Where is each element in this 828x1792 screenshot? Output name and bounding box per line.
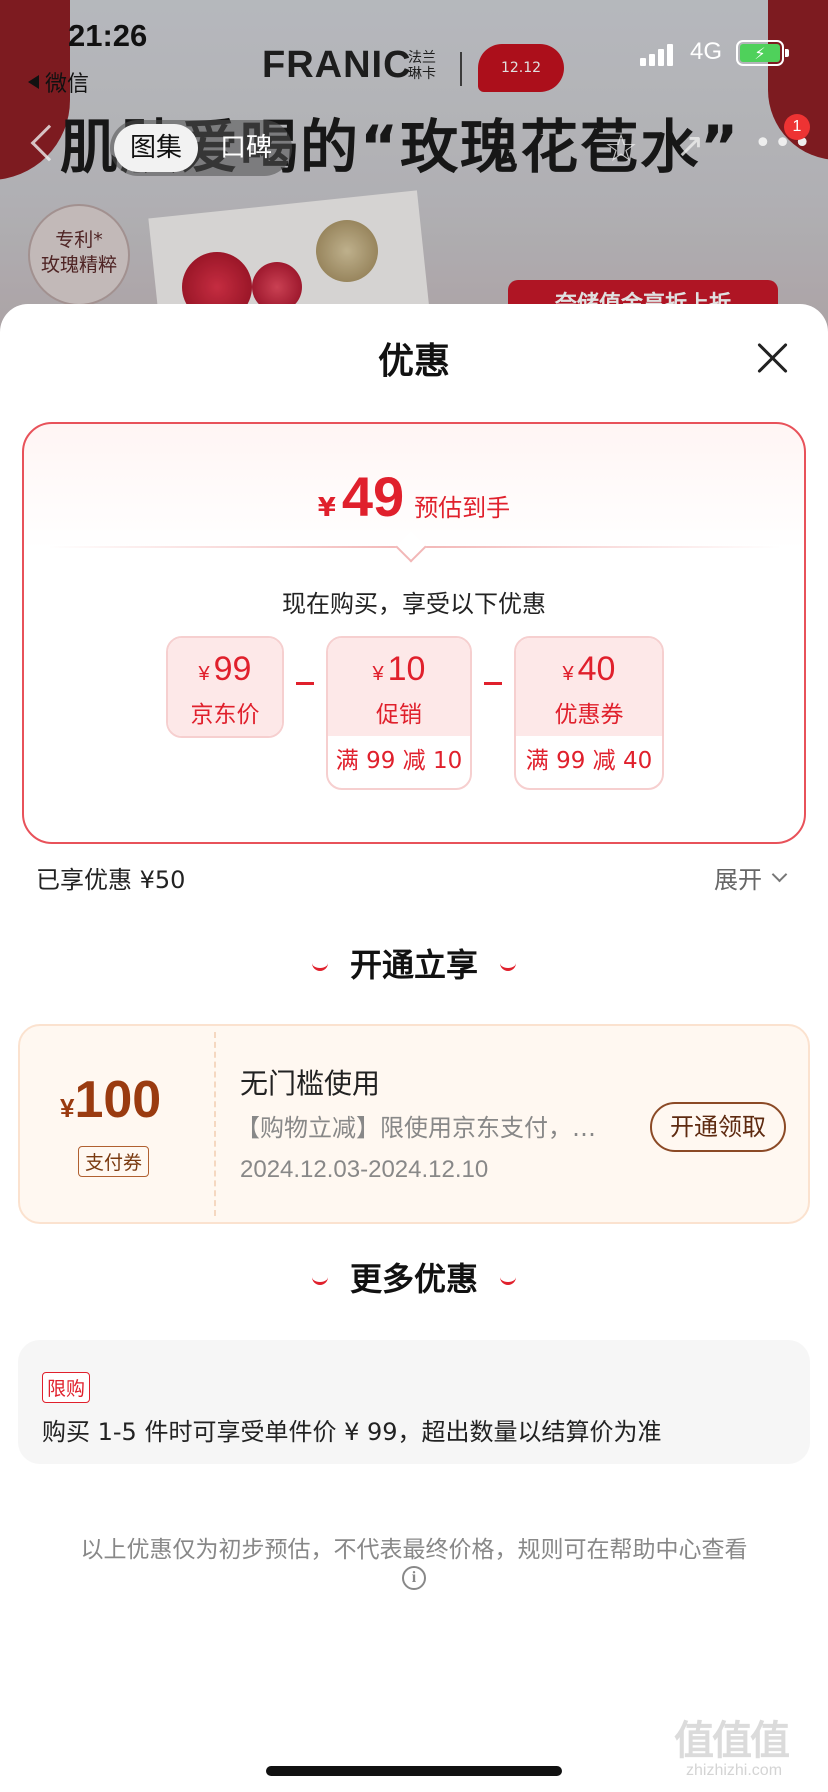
tab-reviews[interactable]: 口碑 <box>204 124 288 172</box>
smile-decor-icon <box>500 963 516 971</box>
smile-decor-icon <box>311 963 328 971</box>
back-to-wechat[interactable]: 微信 <box>28 66 89 98</box>
limit-text: 购买 1-5 件时可享受单件价 ¥ 99，超出数量以结算价为准 <box>42 1418 662 1446</box>
limit-tag: 限购 <box>42 1372 91 1403</box>
coupon-currency: ¥ <box>60 1093 75 1123</box>
smile-decor-icon <box>311 1277 328 1285</box>
signal-icon <box>640 42 676 66</box>
pill-detail: 满 99 减 40 <box>525 748 653 774</box>
discount-sheet: 优惠 ¥49 预估到手 现在购买，享受以下优惠 ¥99 京东价 ¥10 促销 满 … <box>0 304 828 1792</box>
coupon-divider <box>214 1032 216 1216</box>
final-price-amount: 49 <box>341 465 405 528</box>
pill-desc: 京东价 <box>190 702 260 728</box>
chevron-down-icon <box>771 866 788 883</box>
battery-icon: ⚡ <box>736 40 789 66</box>
section-title-open: 开通立享 <box>0 940 828 986</box>
sheet-title: 优惠 <box>377 341 450 382</box>
currency-symbol: ¥ <box>372 663 384 685</box>
coupon-value: 100 <box>74 1071 162 1129</box>
tab-gallery[interactable]: 图集 <box>114 124 199 172</box>
media-tabs: 图集 口碑 <box>110 120 293 176</box>
coupon-desc: 【购物立减】限使用京东支付，… <box>236 1114 596 1142</box>
section-title-more: 更多优惠 <box>0 1254 828 1300</box>
smile-decor-icon <box>500 1277 516 1285</box>
info-icon[interactable]: i <box>402 1566 426 1590</box>
section-open-label: 开通立享 <box>349 946 478 984</box>
status-bar: 21:26 微信 4G ⚡ <box>0 0 828 98</box>
pill-detail: 满 99 减 10 <box>335 748 463 774</box>
promotion-pill: ¥10 促销 满 99 减 10 <box>326 636 472 790</box>
pill-desc: 优惠券 <box>554 702 624 728</box>
pill-amount: 40 <box>577 650 616 688</box>
coupon-type-tag: 支付券 <box>78 1146 150 1177</box>
star-icon[interactable]: ☆ <box>604 126 638 170</box>
coupon-validity: 2024.12.03-2024.12.10 <box>240 1156 489 1183</box>
saved-amount: 已享优惠 ¥50 <box>36 866 186 894</box>
share-icon[interactable]: ↗ <box>676 126 705 166</box>
buy-now-text: 现在购买，享受以下优惠 <box>282 590 546 618</box>
divider-notch <box>395 531 427 563</box>
disclaimer: 以上优惠仅为初步预估，不代表最终价格，规则可在帮助中心查看 <box>80 1537 748 1563</box>
coupon-name: 无门槛使用 <box>240 1067 381 1100</box>
minus-sign <box>484 682 502 685</box>
close-icon[interactable] <box>752 338 792 378</box>
open-claim-button[interactable]: 开通领取 <box>650 1102 786 1152</box>
currency-symbol: ¥ <box>562 663 574 685</box>
watermark-url: zhizhizhi.com <box>686 1762 783 1779</box>
status-time: 21:26 <box>68 18 148 53</box>
coupon-pill: ¥40 优惠券 满 99 减 40 <box>514 636 664 790</box>
final-price-label: 预估到手 <box>414 494 511 522</box>
price-summary-card: ¥49 预估到手 现在购买，享受以下优惠 ¥99 京东价 ¥10 促销 满 99 … <box>22 422 806 844</box>
home-indicator[interactable] <box>266 1766 562 1776</box>
final-price: ¥49 预估到手 <box>24 464 804 529</box>
jd-price-pill: ¥99 京东价 <box>166 636 284 738</box>
minus-sign <box>296 682 314 685</box>
network-type: 4G <box>690 38 723 65</box>
pill-desc: 促销 <box>376 702 422 728</box>
payment-coupon-card: ¥100 支付券 无门槛使用 【购物立减】限使用京东支付，… 2024.12.0… <box>18 1024 810 1224</box>
final-price-currency: ¥ <box>317 493 336 523</box>
purchase-limit-card: 限购 购买 1-5 件时可享受单件价 ¥ 99，超出数量以结算价为准 <box>18 1340 810 1464</box>
currency-symbol: ¥ <box>198 663 210 685</box>
back-triangle-icon <box>28 75 39 89</box>
section-more-label: 更多优惠 <box>349 1260 478 1298</box>
watermark-logo: 值值值 <box>674 1718 790 1764</box>
pill-amount: 10 <box>387 650 426 688</box>
expand-button[interactable]: 展开 <box>714 860 788 895</box>
pill-amount: 99 <box>213 650 252 688</box>
coupon-amount: ¥100 <box>60 1070 161 1130</box>
expand-label: 展开 <box>714 866 762 894</box>
notification-badge: 1 <box>784 114 810 140</box>
back-app-label: 微信 <box>45 72 90 97</box>
